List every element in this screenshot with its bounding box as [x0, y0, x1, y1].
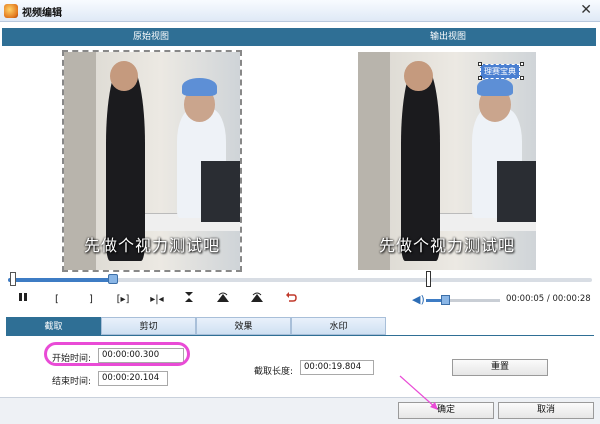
- video-subtitle: 先做个视力测试吧: [83, 236, 220, 255]
- tab-watermark[interactable]: 水印: [291, 317, 386, 335]
- watermark-box[interactable]: 理赛宝典: [480, 64, 520, 79]
- output-subtitle: 先做个视力测试吧: [378, 236, 515, 255]
- tab-trim[interactable]: 截取: [6, 317, 101, 335]
- playhead-thumb[interactable]: [108, 274, 119, 284]
- window-title: 视频编辑: [22, 8, 62, 19]
- watermark-handle[interactable]: [478, 76, 482, 80]
- end-time-label: 结束时间:: [52, 377, 92, 387]
- output-video-frame: 先做个视力测试吧: [358, 52, 536, 270]
- tab-cut[interactable]: 剪切: [101, 317, 196, 335]
- timeline-slider[interactable]: [8, 271, 592, 287]
- watermark-handle[interactable]: [520, 76, 524, 80]
- current-time: 00:00:05: [506, 294, 545, 304]
- edit-tabs: 截取 剪切 效果 水印: [6, 317, 388, 335]
- trim-length-label: 截取长度:: [254, 367, 294, 377]
- volume-icon[interactable]: ◀): [412, 293, 425, 306]
- rotate-right-icon[interactable]: [248, 291, 266, 309]
- mark-in-icon[interactable]: [: [48, 291, 66, 309]
- ok-button[interactable]: 确定: [398, 402, 494, 419]
- output-preview: 先做个视力测试吧 理赛宝典: [358, 52, 536, 270]
- start-time-field[interactable]: 00:00:00.300: [98, 348, 184, 363]
- flip-vertical-icon[interactable]: [180, 291, 198, 309]
- rotate-left-icon[interactable]: [214, 291, 232, 309]
- watermark-handle[interactable]: [520, 62, 524, 66]
- original-view-header: 原始视图: [2, 28, 300, 46]
- step-icon[interactable]: ▸|◂: [148, 291, 166, 309]
- reset-button[interactable]: 重置: [452, 359, 548, 376]
- play-selection-icon[interactable]: [▸]: [114, 291, 132, 309]
- playback-controls: [ ] [▸] ▸|◂ ◀) 00:00:05 / 00:00:28: [0, 291, 600, 309]
- close-icon[interactable]: ✕: [580, 2, 592, 18]
- cancel-button[interactable]: 取消: [498, 402, 594, 419]
- watermark-text: 理赛宝典: [484, 67, 516, 76]
- app-logo-icon: [4, 4, 18, 18]
- trim-start-marker[interactable]: [10, 272, 16, 286]
- mark-out-icon[interactable]: ]: [82, 291, 100, 309]
- end-time-field[interactable]: 00:00:20.104: [98, 371, 168, 386]
- tab-effects[interactable]: 效果: [196, 317, 291, 335]
- time-readout: 00:00:05 / 00:00:28: [506, 294, 591, 304]
- original-video-frame: 先做个视力测试吧: [64, 52, 240, 270]
- trim-end-marker[interactable]: [425, 271, 431, 287]
- volume-thumb[interactable]: [440, 295, 450, 305]
- trim-length-field: 00:00:19.804: [300, 360, 374, 375]
- time-separator: /: [546, 294, 550, 304]
- total-time: 00:00:28: [552, 294, 591, 304]
- start-time-label: 开始时间:: [52, 354, 92, 364]
- volume-slider[interactable]: [426, 295, 500, 305]
- pause-icon[interactable]: [14, 291, 32, 309]
- title-bar: 视频编辑 ✕: [0, 0, 600, 22]
- undo-icon[interactable]: [282, 291, 300, 309]
- tab-divider: [6, 335, 594, 336]
- timeline-progress: [8, 278, 114, 282]
- output-view-header: 输出视图: [300, 28, 596, 46]
- original-preview[interactable]: 先做个视力测试吧: [64, 52, 240, 270]
- watermark-handle[interactable]: [478, 62, 482, 66]
